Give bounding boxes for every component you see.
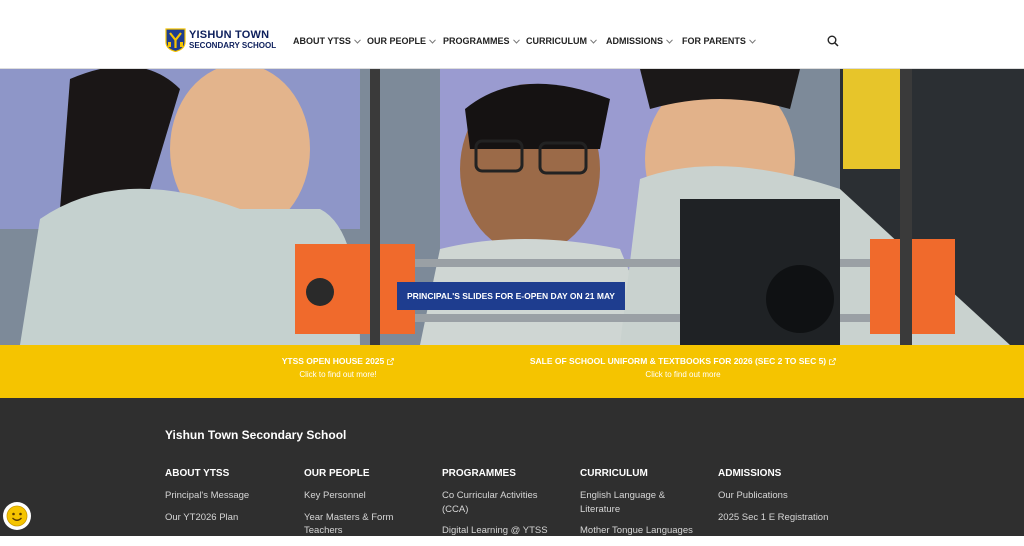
smiley-icon	[6, 505, 28, 527]
search-icon[interactable]	[827, 35, 839, 47]
nav-label: FOR PARENTS	[682, 36, 746, 46]
principal-slides-button[interactable]: PRINCIPAL'S SLIDES FOR E-OPEN DAY ON 21 …	[397, 282, 625, 310]
footer-column-people: OUR PEOPLE Key Personnel Year Masters & …	[304, 468, 434, 546]
uniform-sale-link[interactable]: SALE OF SCHOOL UNIFORM & TEXTBOOKS FOR 2…	[528, 356, 838, 379]
footer-column-admissions: ADMISSIONS Our Publications 2025 Sec 1 E…	[718, 468, 848, 532]
nav-programmes[interactable]: PROGRAMMES	[443, 36, 520, 46]
footer-column-about: ABOUT YTSS Principal's Message Our YT202…	[165, 468, 295, 532]
chevron-down-icon	[748, 38, 756, 44]
footer-link[interactable]: Year Masters & Form Teachers	[304, 511, 414, 538]
nav-curriculum[interactable]: CURRICULUM	[526, 36, 597, 46]
nav-label: ABOUT YTSS	[293, 36, 351, 46]
nav-label: OUR PEOPLE	[367, 36, 427, 46]
footer-link[interactable]: Our Publications	[718, 489, 848, 503]
footer-link[interactable]: Principal's Message	[165, 489, 295, 503]
nav-label: CURRICULUM	[526, 36, 587, 46]
open-house-link[interactable]: YTSS OPEN HOUSE 2025 Click to find out m…	[238, 356, 438, 379]
chevron-down-icon	[353, 38, 361, 44]
school-logo[interactable]: YISHUN TOWN SECONDARY SCHOOL	[165, 28, 276, 52]
external-link-icon	[829, 357, 837, 365]
external-link-icon	[387, 357, 395, 365]
band-subtitle: Click to find out more!	[299, 370, 377, 379]
feedback-widget-button[interactable]	[3, 502, 31, 530]
footer-link[interactable]: Key Personnel	[304, 489, 434, 503]
footer-link[interactable]: Mother Tongue Languages	[580, 524, 710, 538]
chevron-down-icon	[429, 38, 436, 44]
footer-column-heading: OUR PEOPLE	[304, 468, 370, 479]
footer-column-heading: ADMISSIONS	[718, 468, 782, 479]
footer-link[interactable]: Our YT2026 Plan	[165, 511, 295, 525]
chevron-down-icon	[512, 38, 520, 44]
footer-link[interactable]: 2025 Sec 1 E Registration	[718, 511, 848, 525]
band-title: YTSS OPEN HOUSE 2025	[281, 356, 385, 366]
footer-column-programmes: PROGRAMMES Co Curricular Activities (CCA…	[442, 468, 572, 546]
school-crest-icon	[165, 28, 186, 52]
nav-for-parents[interactable]: FOR PARENTS	[682, 36, 756, 46]
nav-our-people[interactable]: OUR PEOPLE	[367, 36, 436, 46]
footer-link[interactable]: Co Curricular Activities (CCA)	[442, 489, 552, 516]
footer-column-curriculum: CURRICULUM English Language & Literature…	[580, 468, 710, 546]
nav-label: ADMISSIONS	[606, 36, 664, 46]
footer-link[interactable]: Digital Learning @ YTSS	[442, 524, 572, 538]
nav-label: PROGRAMMES	[443, 36, 510, 46]
chevron-down-icon	[590, 38, 597, 44]
band-title: SALE OF SCHOOL UNIFORM & TEXTBOOKS FOR 2…	[529, 356, 827, 366]
site-header: YISHUN TOWN SECONDARY SCHOOL ABOUT YTSS …	[0, 0, 1024, 69]
footer-column-heading: CURRICULUM	[580, 468, 648, 479]
logo-title: YISHUN TOWN	[189, 29, 270, 41]
chevron-down-icon	[666, 38, 673, 44]
footer-school-name: Yishun Town Secondary School	[165, 428, 347, 442]
nav-about-ytss[interactable]: ABOUT YTSS	[293, 36, 361, 46]
footer-link[interactable]: English Language & Literature	[580, 489, 680, 516]
footer-column-heading: ABOUT YTSS	[165, 468, 230, 479]
logo-subtitle: SECONDARY SCHOOL	[189, 41, 277, 50]
site-footer: Yishun Town Secondary School ABOUT YTSS …	[0, 398, 1024, 536]
hero-banner: PRINCIPAL'S SLIDES FOR E-OPEN DAY ON 21 …	[0, 69, 1024, 345]
footer-column-heading: PROGRAMMES	[442, 468, 516, 479]
nav-admissions[interactable]: ADMISSIONS	[606, 36, 673, 46]
band-subtitle: Click to find out more	[645, 370, 721, 379]
announcement-band: YTSS OPEN HOUSE 2025 Click to find out m…	[0, 345, 1024, 398]
